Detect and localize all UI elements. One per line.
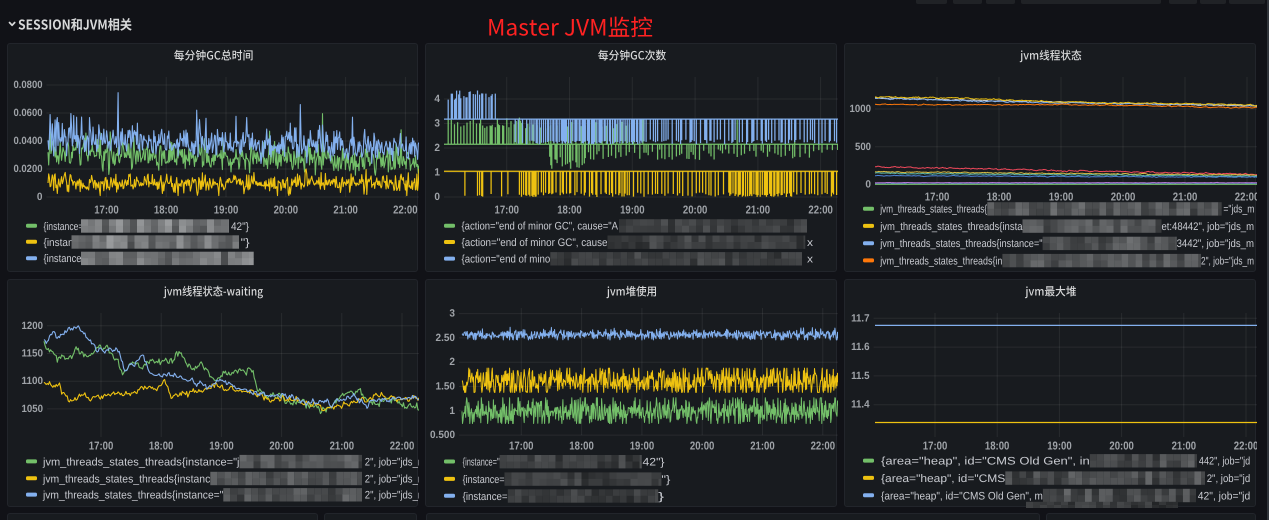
svg-text:{action="end of minor GC", cau: {action="end of minor GC", cause="A: [462, 221, 619, 233]
svg-text:22:00: 22:00: [393, 205, 418, 217]
svg-text:1000: 1000: [850, 103, 872, 115]
svg-text:17:00: 17:00: [495, 205, 520, 217]
svg-text:500: 500: [855, 141, 871, 153]
svg-text:18:00: 18:00: [987, 192, 1012, 204]
svg-text:2", job="jds_m: 2", job="jds_m: [365, 490, 419, 502]
svg-text:22:00: 22:00: [1234, 441, 1257, 453]
svg-text:2.50: 2.50: [436, 332, 456, 344]
svg-text:20:00: 20:00: [683, 205, 708, 217]
svg-text:19:00: 19:00: [1047, 441, 1072, 453]
svg-text:19:00: 19:00: [630, 441, 655, 453]
svg-text:0.0400: 0.0400: [14, 135, 43, 147]
svg-text:1: 1: [434, 167, 440, 179]
svg-text:22:00: 22:00: [1235, 192, 1257, 204]
svg-text:"}: "}: [661, 474, 670, 486]
svg-text:17:00: 17:00: [94, 205, 119, 217]
svg-text:20:00: 20:00: [1111, 192, 1136, 204]
svg-text:20:00: 20:00: [269, 441, 294, 453]
svg-text:19:00: 19:00: [214, 205, 239, 217]
svg-text:x: x: [807, 237, 814, 249]
svg-text:et:48442", job="jds_m: et:48442", job="jds_m: [1162, 221, 1255, 233]
svg-text:1200: 1200: [22, 320, 44, 332]
svg-text:19:00: 19:00: [1049, 192, 1074, 204]
svg-text:21:00: 21:00: [333, 205, 358, 217]
svg-text:1150: 1150: [22, 348, 44, 360]
svg-text:20:00: 20:00: [690, 441, 715, 453]
svg-text:2", job="jd: 2", job="jd: [1207, 473, 1251, 485]
svg-text:jvm_threads_states_threads{ins: jvm_threads_states_threads{instanc: [42, 473, 211, 485]
svg-text:{instance=": {instance=": [44, 221, 87, 233]
svg-text:0: 0: [865, 179, 871, 191]
svg-text:2: 2: [434, 142, 440, 154]
svg-text:21:00: 21:00: [1173, 192, 1198, 204]
svg-text:{action="end of minor GC", cau: {action="end of minor GC", cause: [462, 237, 608, 249]
svg-text:18:00: 18:00: [569, 441, 594, 453]
svg-text:18:00: 18:00: [985, 441, 1010, 453]
svg-text:20:00: 20:00: [274, 205, 299, 217]
svg-text:22:00: 22:00: [811, 441, 836, 453]
svg-text:21:00: 21:00: [750, 441, 775, 453]
svg-text:19:00: 19:00: [620, 205, 645, 217]
svg-text:0.500: 0.500: [430, 429, 455, 441]
svg-text:1.50: 1.50: [436, 381, 456, 393]
svg-text:11.6: 11.6: [851, 341, 870, 353]
svg-text:jvm_threads_states_threads{in: jvm_threads_states_threads{in: [879, 255, 1002, 267]
svg-text:442", job="jd: 442", job="jd: [1199, 456, 1250, 468]
svg-text:{action="end of mino: {action="end of mino: [462, 254, 551, 266]
svg-text:17:00: 17:00: [925, 192, 950, 204]
svg-text:jvm_threads_states_threads{ins: jvm_threads_states_threads{insta: [879, 221, 1023, 233]
svg-text:18:00: 18:00: [557, 205, 582, 217]
svg-text:19:00: 19:00: [209, 441, 234, 453]
svg-text:21:00: 21:00: [746, 205, 771, 217]
svg-text:2: 2: [449, 356, 455, 368]
svg-text:"}: "}: [241, 237, 250, 249]
svg-text:4: 4: [434, 93, 440, 105]
svg-text:2", job="jds_m: 2", job="jds_m: [365, 473, 419, 485]
svg-text:11.4: 11.4: [851, 399, 870, 411]
svg-text:3442", job="jds_m: 3442", job="jds_m: [1177, 238, 1254, 250]
svg-text:18:00: 18:00: [149, 441, 174, 453]
svg-text:{area="heap", id="CMS Old Gen": {area="heap", id="CMS Old Gen", m: [881, 490, 1043, 502]
svg-text:jvm_threads_states_threads{ins: jvm_threads_states_threads{instance="j: [42, 456, 240, 468]
svg-text:11.7: 11.7: [851, 312, 870, 324]
svg-text:{instan: {instan: [44, 237, 74, 249]
svg-text:x: x: [807, 254, 814, 266]
svg-text:{area="heap", id="CMS Old Gen": {area="heap", id="CMS Old Gen", in: [881, 456, 1090, 468]
svg-text:jvm_threads_states_threads{ins: jvm_threads_states_threads{instance=": [42, 490, 223, 502]
svg-text:0.0600: 0.0600: [14, 107, 43, 119]
svg-text:1100: 1100: [22, 375, 44, 387]
svg-text:17:00: 17:00: [89, 441, 114, 453]
svg-text:0.0200: 0.0200: [14, 163, 43, 175]
svg-text:42"}: 42"}: [231, 221, 249, 233]
svg-text:42"}: 42"}: [643, 457, 665, 469]
svg-text:jvm_threads_states_threads{ins: jvm_threads_states_threads{instance=": [879, 238, 1042, 250]
svg-text:18:00: 18:00: [154, 205, 179, 217]
svg-text:22:00: 22:00: [390, 441, 415, 453]
svg-text:="jds_m: ="jds_m: [1223, 204, 1254, 216]
svg-text:{instance=": {instance=": [463, 457, 500, 469]
svg-text:2", job="jds_m: 2", job="jds_m: [365, 456, 419, 468]
svg-text:1: 1: [449, 405, 455, 417]
svg-text:42", job="jd: 42", job="jd: [1198, 490, 1250, 502]
svg-text:21:00: 21:00: [330, 441, 355, 453]
svg-text:17:00: 17:00: [923, 441, 948, 453]
svg-text:0.0800: 0.0800: [14, 79, 43, 91]
svg-text:}: }: [658, 491, 665, 503]
svg-text:3: 3: [434, 118, 440, 130]
svg-text:{instance: {instance: [44, 253, 82, 265]
svg-text:1050: 1050: [22, 403, 44, 415]
svg-text:{instance=: {instance=: [463, 474, 505, 486]
svg-text:17:00: 17:00: [509, 441, 534, 453]
svg-text:jvm_threads_states_threads{: jvm_threads_states_threads{: [879, 204, 987, 216]
svg-text:22:00: 22:00: [808, 205, 833, 217]
svg-text:2", job="jds_m: 2", job="jds_m: [1201, 255, 1254, 267]
svg-text:{instance=: {instance=: [463, 491, 508, 503]
svg-text:0: 0: [37, 191, 43, 203]
svg-text:21:00: 21:00: [1172, 441, 1197, 453]
svg-text:20:00: 20:00: [1109, 441, 1134, 453]
svg-text:{area="heap", id="CMS: {area="heap", id="CMS: [881, 473, 1005, 485]
svg-text:3: 3: [449, 308, 455, 320]
svg-text:0: 0: [434, 191, 440, 203]
svg-text:11.5: 11.5: [851, 370, 870, 382]
